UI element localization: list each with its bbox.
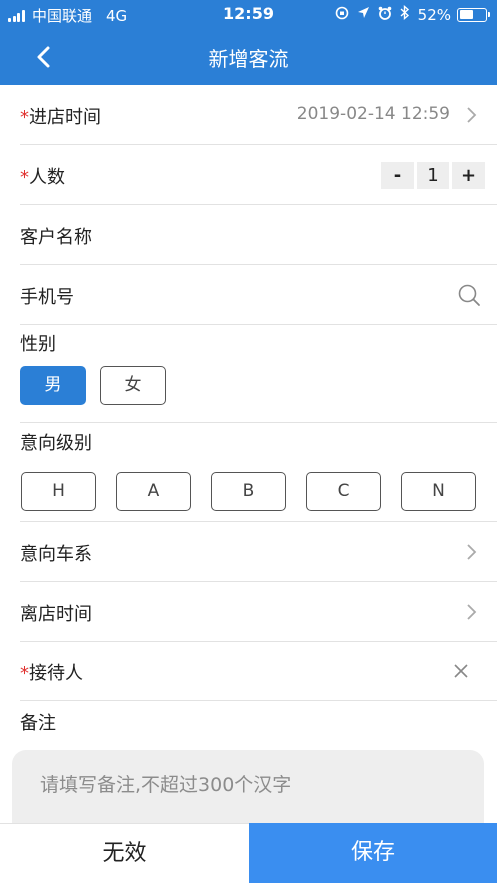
arrival-time-label: *进店时间 [20, 107, 101, 128]
people-count-stepper: - 1 + [378, 162, 485, 189]
battery-icon [457, 7, 490, 22]
page-title: 新增客流 [208, 47, 289, 71]
remark-label: 备注 [20, 713, 56, 734]
required-mark: * [20, 663, 29, 684]
rotation-lock-icon [335, 6, 349, 24]
intent-level-option-b[interactable]: B [211, 472, 286, 511]
gender-option-male[interactable]: 男 [20, 366, 86, 405]
row-customer-name[interactable]: 客户名称 [0, 205, 497, 265]
departure-time-label: 离店时间 [20, 604, 92, 625]
plus-button[interactable]: + [452, 162, 485, 189]
row-receptionist[interactable]: *接待人 [0, 641, 497, 701]
gender-option-female[interactable]: 女 [100, 366, 166, 405]
save-button[interactable]: 保存 [249, 823, 497, 883]
intent-level-label: 意向级别 [20, 433, 92, 454]
intent-level-option-c[interactable]: C [306, 472, 381, 511]
battery-percent: 52% [417, 5, 451, 24]
arrival-time-value: 2019-02-14 12:59 [296, 104, 450, 124]
invalid-button[interactable]: 无效 [0, 823, 249, 883]
status-right: 52% [327, 4, 490, 24]
row-phone[interactable]: 手机号 [0, 265, 497, 325]
intent-series-label: 意向车系 [20, 544, 92, 565]
header: 中国联通 4G 12:59 52% 新增客流 [0, 0, 497, 85]
divider [20, 422, 497, 423]
location-icon [357, 6, 370, 23]
gender-label: 性别 [20, 334, 56, 355]
chevron-right-icon [465, 106, 477, 124]
required-mark: * [20, 107, 29, 128]
status-bar: 中国联通 4G 12:59 52% [0, 0, 497, 30]
search-icon[interactable] [457, 283, 481, 307]
people-count-value[interactable]: 1 [417, 162, 449, 189]
close-icon[interactable] [453, 663, 469, 679]
row-arrival-time[interactable]: *进店时间 2019-02-14 12:59 [0, 85, 497, 145]
customer-name-label: 客户名称 [20, 227, 92, 248]
receptionist-label: *接待人 [20, 663, 83, 684]
required-mark: * [20, 167, 29, 188]
chevron-right-icon [465, 543, 477, 561]
chevron-right-icon [465, 603, 477, 621]
row-people-count: *人数 - 1 + [0, 145, 497, 205]
row-intent-series[interactable]: 意向车系 [0, 522, 497, 582]
intent-level-option-h[interactable]: H [21, 472, 96, 511]
bottom-bar: 无效 保存 [0, 823, 497, 883]
minus-button[interactable]: - [381, 162, 414, 189]
intent-level-option-n[interactable]: N [401, 472, 476, 511]
alarm-icon [378, 6, 392, 24]
remark-input[interactable] [40, 770, 460, 810]
bluetooth-icon [400, 4, 410, 24]
people-count-label: *人数 [20, 167, 65, 188]
intent-level-option-a[interactable]: A [116, 472, 191, 511]
row-departure-time[interactable]: 离店时间 [0, 582, 497, 642]
nav-bar: 新增客流 [0, 30, 497, 85]
phone-label: 手机号 [20, 287, 74, 308]
